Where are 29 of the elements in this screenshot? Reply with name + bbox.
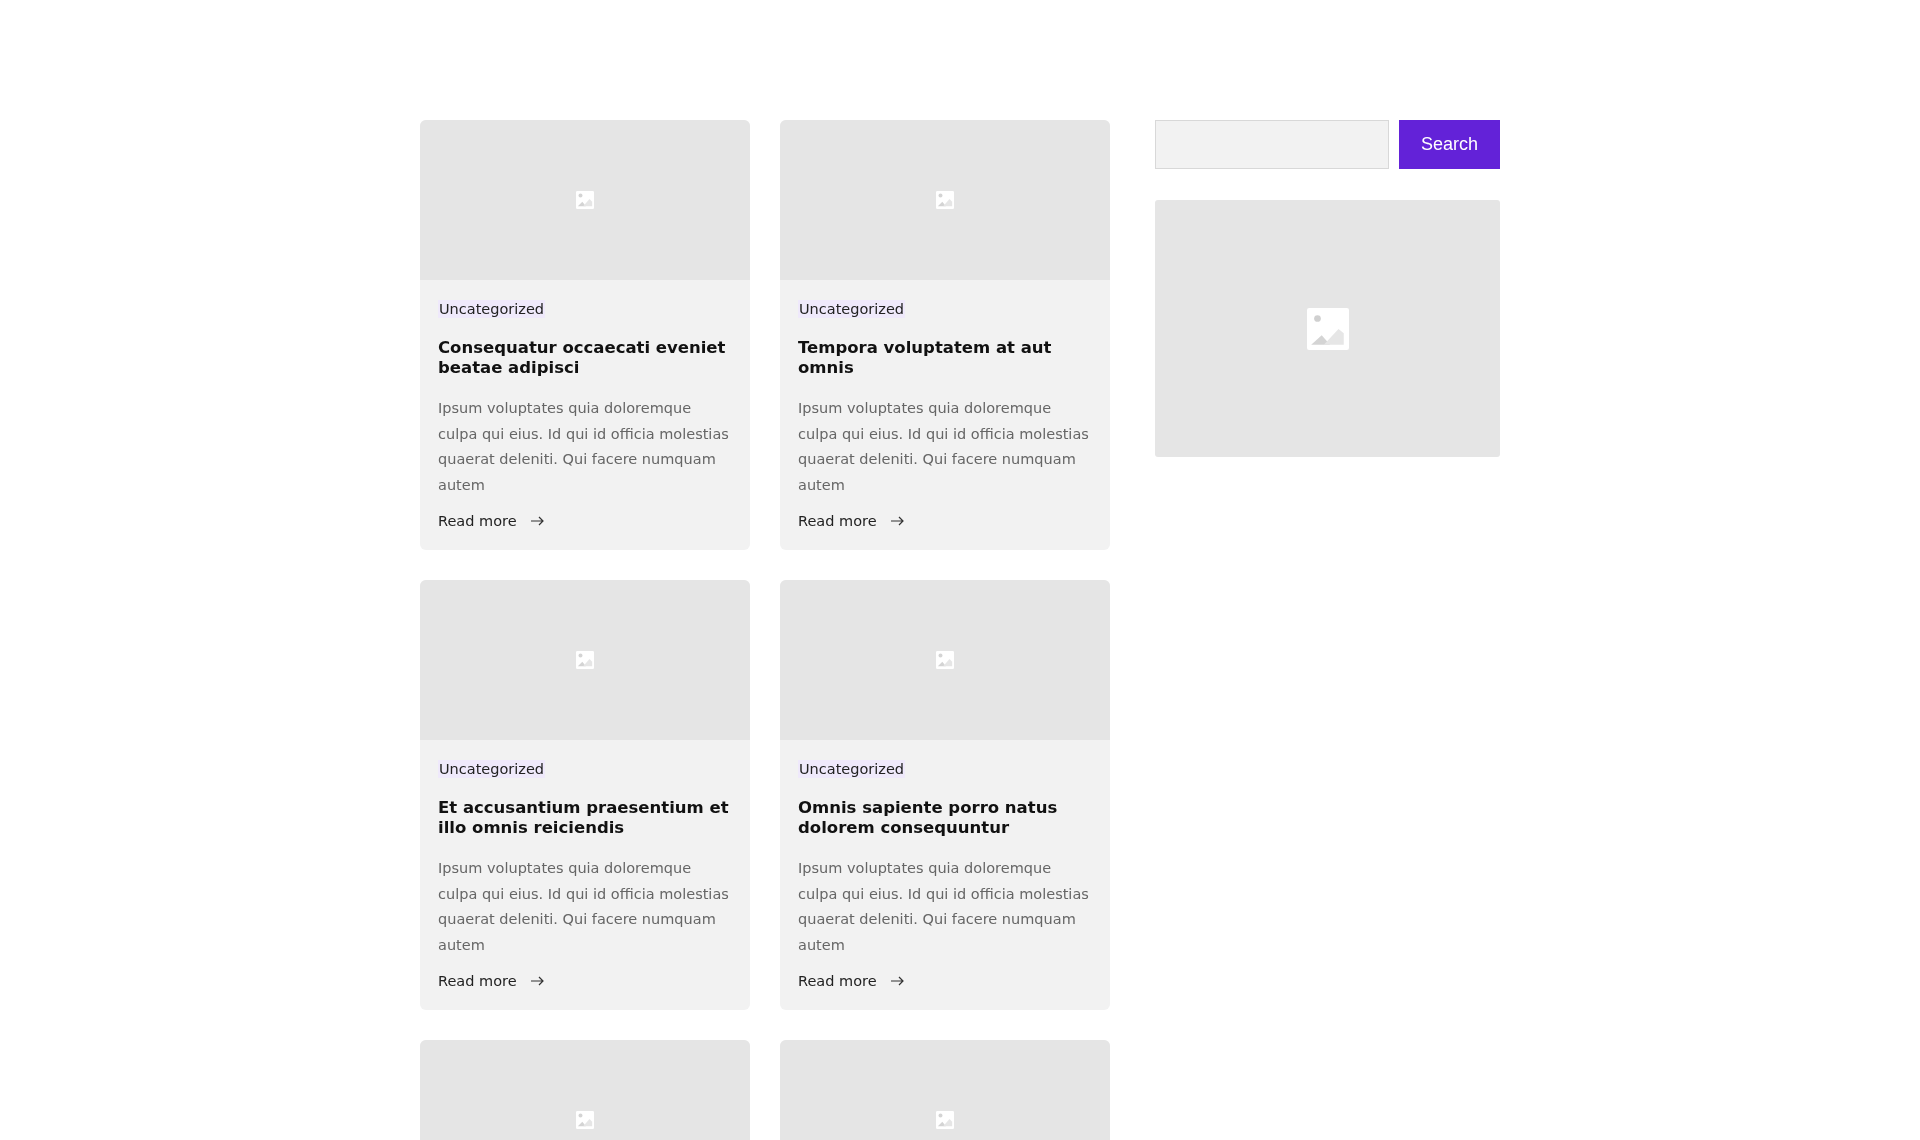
post-title[interactable]: Omnis sapiente porro natus dolorem consequuntur [798, 798, 1092, 838]
category-link[interactable]: Uncategorized [798, 300, 906, 318]
image-icon [576, 1111, 594, 1129]
search-button[interactable]: Search [1399, 120, 1500, 169]
post-excerpt: Ipsum voluptates quia doloremque culpa qui eius. Id qui id officia molestias quaerat deleniti. Qui facere numquam autem [798, 859, 1090, 955]
search-field[interactable] [1155, 120, 1389, 169]
arrow-right-icon [530, 976, 545, 986]
image-icon [1306, 307, 1349, 350]
image-icon [936, 1111, 954, 1129]
image-icon [576, 191, 594, 209]
post-excerpt: Ipsum voluptates quia doloremque culpa qui eius. Id qui id officia molestias quaerat deleniti. Qui facere numquam autem [798, 399, 1090, 495]
read-more-link[interactable]: Read more [798, 973, 905, 989]
category-link[interactable]: Uncategorized [438, 760, 546, 778]
post-title[interactable]: Tempora voluptatem at aut omnis [798, 338, 1092, 378]
read-more-link[interactable]: Read more [438, 973, 545, 989]
post-excerpt: Ipsum voluptates quia doloremque culpa qui eius. Id qui id officia molestias quaerat deleniti. Qui facere numquam autem [438, 859, 730, 955]
image-icon [576, 651, 594, 669]
read-more-link[interactable]: Read more [798, 513, 905, 529]
post-excerpt: Ipsum voluptates quia doloremque culpa qui eius. Id qui id officia molestias quaerat deleniti. Qui facere numquam autem [438, 399, 730, 495]
post-title[interactable]: Et accusantium praesentium et illo omnis reiciendis [438, 798, 732, 838]
read-more-link[interactable]: Read more [438, 513, 545, 529]
post-title[interactable]: Consequatur occaecati eveniet beatae adipisci [438, 338, 732, 378]
category-link[interactable]: Uncategorized [438, 300, 546, 318]
arrow-right-icon [890, 976, 905, 986]
arrow-right-icon [530, 516, 545, 526]
arrow-right-icon [890, 516, 905, 526]
image-icon [936, 651, 954, 669]
image-icon [936, 191, 954, 209]
category-link[interactable]: Uncategorized [798, 760, 906, 778]
